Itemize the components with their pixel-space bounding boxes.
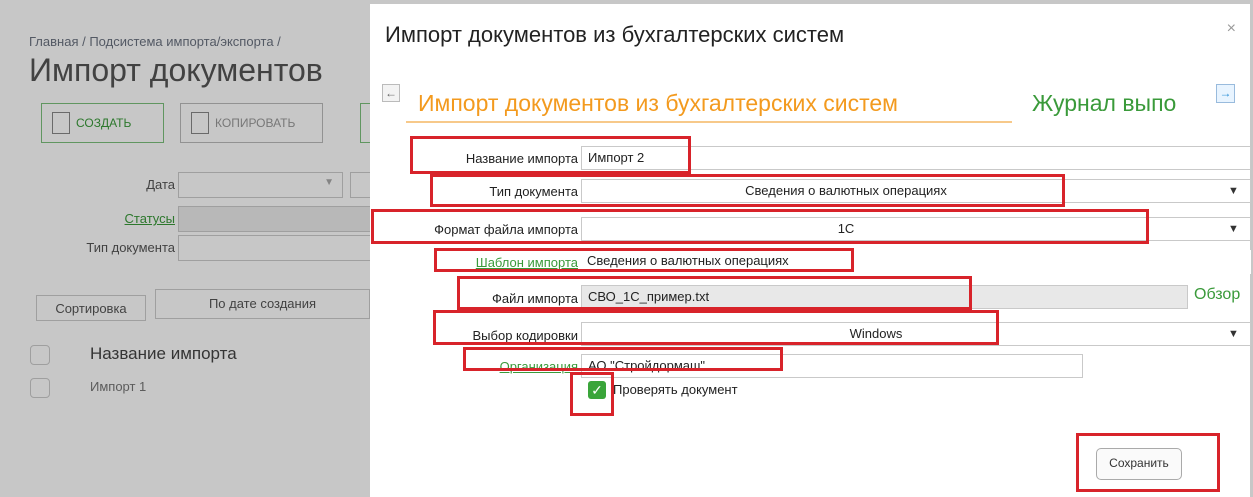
encoding-select[interactable]: Windows bbox=[581, 322, 1251, 346]
import-file-label: Файл импорта bbox=[491, 291, 578, 306]
import-file-input[interactable]: СВО_1С_пример.txt bbox=[581, 285, 1188, 309]
save-button[interactable]: Сохранить bbox=[1096, 448, 1182, 480]
organization-input[interactable]: АО "Стройдормаш" bbox=[581, 354, 1083, 378]
import-name-input[interactable]: Импорт 2 bbox=[581, 146, 1251, 170]
doc-type-label: Тип документа bbox=[489, 184, 578, 199]
organization-link[interactable]: Организация bbox=[410, 359, 578, 374]
template-value: Сведения о валютных операциях bbox=[581, 250, 1251, 274]
doc-type-dropdown-icon[interactable]: ▼ bbox=[1228, 185, 1239, 197]
template-link[interactable]: Шаблон импорта bbox=[410, 255, 578, 270]
tab-journal[interactable]: Журнал выпо bbox=[1032, 90, 1211, 117]
check-document-label: Проверять документ bbox=[613, 382, 738, 397]
browse-button[interactable]: Обзор bbox=[1194, 286, 1240, 304]
tab-import-documents[interactable]: Импорт документов из бухгалтерских систе… bbox=[418, 90, 898, 117]
file-format-label: Формат файла импорта bbox=[434, 222, 578, 237]
scroll-right-arrow-icon[interactable]: → bbox=[1216, 84, 1235, 103]
import-name-label: Название импорта bbox=[465, 151, 578, 166]
doc-type-select[interactable]: Сведения о валютных операциях bbox=[581, 179, 1251, 203]
scroll-left-arrow-icon[interactable]: ← bbox=[382, 84, 400, 102]
file-format-dropdown-icon[interactable]: ▼ bbox=[1228, 223, 1239, 235]
encoding-dropdown-icon[interactable]: ▼ bbox=[1228, 328, 1239, 340]
encoding-label: Выбор кодировки bbox=[472, 328, 578, 343]
active-tab-underline bbox=[406, 121, 1012, 123]
check-document-checkbox[interactable]: ✓ bbox=[588, 381, 606, 399]
file-format-select[interactable]: 1C bbox=[581, 217, 1251, 241]
import-dialog: Импорт документов из бухгалтерских систе… bbox=[370, 4, 1251, 497]
dialog-title: Импорт документов из бухгалтерских систе… bbox=[385, 22, 845, 47]
close-icon[interactable]: × bbox=[1227, 20, 1236, 38]
